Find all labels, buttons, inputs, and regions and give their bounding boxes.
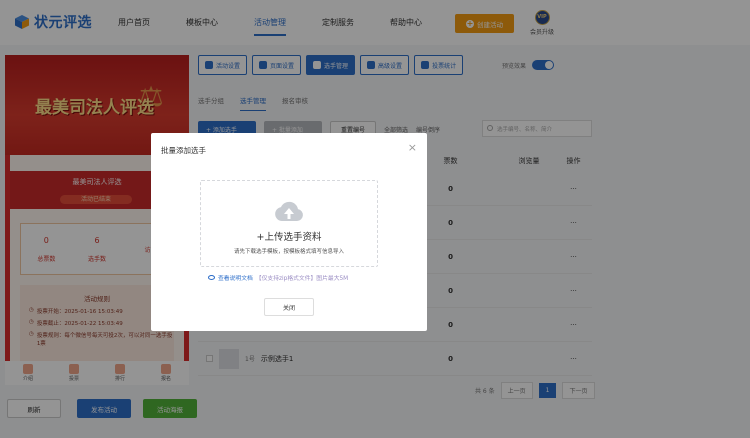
view-doc-link[interactable]: 查看说明文档 <box>218 273 253 282</box>
close-icon[interactable]: × <box>408 141 417 154</box>
doc-line: 查看说明文档 【仅支持zip格式文件】图片最大5M <box>208 273 348 282</box>
file-format-hint: 【仅支持zip格式文件】图片最大5M <box>255 276 349 282</box>
upload-dropzone[interactable]: +上传选手资料 请先下载选手模板，按模板格式填写信息导入 <box>200 180 378 267</box>
upload-description: 请先下载选手模板，按模板格式填写信息导入 <box>233 249 344 255</box>
modal-title: 批量添加选手 <box>161 146 206 155</box>
batch-add-modal: 批量添加选手 × +上传选手资料 请先下载选手模板，按模板格式填写信息导入 查看… <box>151 133 427 331</box>
upload-title: +上传选手资料 <box>256 232 322 243</box>
eye-icon <box>208 275 215 280</box>
close-button[interactable]: 关闭 <box>264 298 314 316</box>
cloud-upload-icon <box>275 201 303 221</box>
